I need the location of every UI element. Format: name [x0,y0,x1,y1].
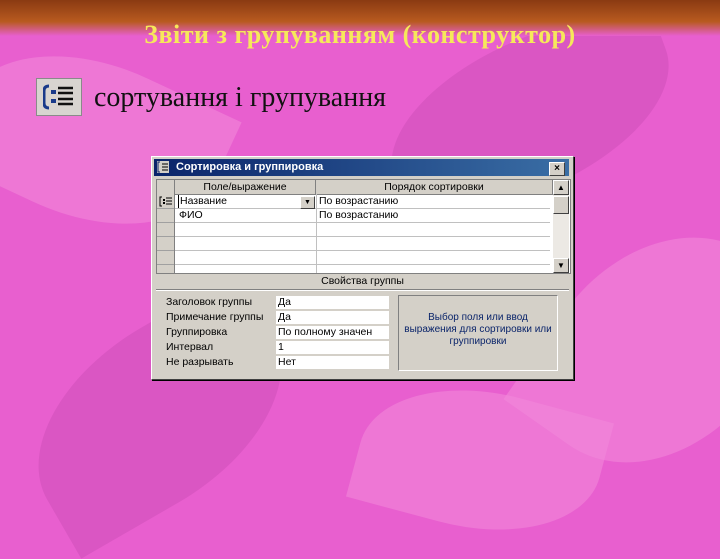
property-value-group-header[interactable]: Да [276,296,389,309]
close-button[interactable]: × [549,162,565,176]
scroll-down-icon[interactable]: ▼ [553,258,569,273]
property-value-group-footer[interactable]: Да [276,311,389,324]
dialog-title: Сортировка и группировка [176,161,324,173]
column-header-field[interactable]: Поле/выражение [175,180,316,195]
properties-title: Свойства группы [321,275,404,287]
group-row-icon [159,196,172,207]
order-cell[interactable]: По возрастанию [319,209,398,222]
field-cell[interactable]: Название [178,195,227,208]
grid-line [316,194,317,273]
close-icon: × [554,163,560,174]
dialog-titlebar[interactable]: Сортировка и группировка × [154,159,569,176]
grid-line [175,250,550,251]
field-cell[interactable]: ФИО [179,209,203,222]
row-selector[interactable] [157,223,174,237]
property-label: Не разрывать [166,356,234,368]
dropdown-arrow-icon[interactable]: ▼ [300,196,315,209]
order-cell[interactable]: По возрастанию [319,195,398,208]
vertical-scrollbar[interactable]: ▲ ▼ [553,180,569,273]
hint-box: Выбор поля или ввод выражения для сортир… [398,295,558,371]
row-selector[interactable] [157,237,174,251]
property-label: Группировка [166,326,228,338]
grid-line [175,264,550,265]
property-label: Интервал [166,341,214,353]
row-selector[interactable] [157,195,174,209]
properties-divider [156,289,569,291]
row-selector[interactable] [157,209,174,223]
sorting-grouping-icon [157,161,169,173]
property-value-group-on[interactable]: По полному значен [276,326,389,339]
property-label: Примечание группы [166,311,264,323]
sorting-grouping-icon [36,78,82,116]
scroll-thumb[interactable] [553,196,569,214]
column-header-order[interactable]: Порядок сортировки [316,180,553,195]
hint-text: Выбор поля или ввод выражения для сортир… [404,312,552,347]
property-value-keep-together[interactable]: Нет [276,356,389,369]
row-selector[interactable] [157,251,174,265]
sorting-grouping-dialog: Сортировка и группировка × Поле/выражени… [151,156,574,380]
grid-line [175,236,550,237]
grid-line [175,222,550,223]
slide-title: Звіти з групуванням (конструктор) [144,20,576,49]
property-value-interval[interactable]: 1 [276,341,389,354]
property-label: Заголовок группы [166,296,253,308]
scroll-up-icon[interactable]: ▲ [553,180,569,195]
slide-subtitle: сортування і групування [94,82,387,113]
sort-grid: Поле/выражение Порядок сортировки Назван… [156,179,571,274]
